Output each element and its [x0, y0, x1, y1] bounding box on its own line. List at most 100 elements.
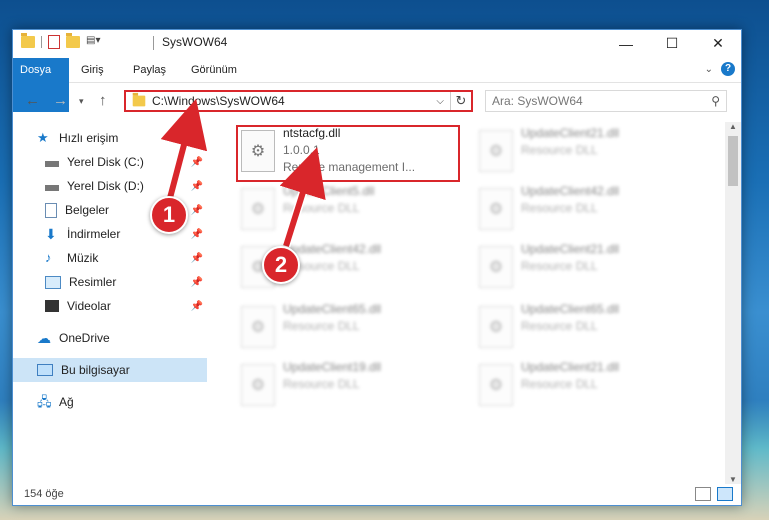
cloud-icon: ☁ — [37, 330, 51, 346]
annotation-callout-1: 1 — [150, 196, 188, 234]
nav-network-label: Ağ — [59, 395, 74, 409]
dll-file-icon: ⚙ — [479, 364, 513, 406]
expand-ribbon-icon[interactable]: ⌄ — [705, 64, 713, 75]
view-buttons — [695, 487, 733, 501]
caption-buttons: — ☐ ✕ — [603, 30, 741, 57]
navigation-pane: ★ Hızlı erişim Yerel Disk (C:) 📌 Yerel D… — [13, 122, 207, 477]
file-name: UpdateClient21.dll — [521, 242, 620, 256]
nav-item-muzik[interactable]: ♪ Müzik 📌 — [45, 246, 207, 270]
maximize-button[interactable]: ☐ — [649, 30, 695, 57]
scroll-up-icon[interactable]: ▲ — [725, 122, 741, 131]
scrollbar-thumb[interactable] — [728, 136, 738, 186]
dll-file-icon: ⚙ — [241, 364, 275, 406]
nav-item-videolar[interactable]: Videolar 📌 — [45, 294, 207, 318]
forward-arrow-icon[interactable]: → — [53, 92, 68, 109]
pictures-icon — [45, 275, 61, 289]
dll-file-icon: ⚙ — [479, 306, 513, 348]
network-icon: 🖧 — [37, 394, 52, 409]
file-name: UpdateClient21.dll — [521, 126, 620, 140]
search-placeholder: Ara: SysWOW64 — [492, 94, 583, 108]
up-arrow-icon[interactable]: ↑ — [99, 92, 107, 109]
pin-icon[interactable]: 📌 — [191, 253, 203, 264]
file-item[interactable]: ⚙ UpdateClient5.dll Resource DLL — [237, 184, 463, 238]
file-description: Resource DLL — [521, 201, 598, 215]
tab-gorunum[interactable]: Görünüm — [183, 58, 245, 82]
address-path: C:\Windows\SysWOW64 — [152, 94, 285, 108]
nav-item-label: Belgeler — [65, 203, 110, 217]
search-input[interactable]: Ara: SysWOW64 ⚲ — [485, 90, 727, 112]
file-name: UpdateClient65.dll — [283, 302, 382, 316]
large-icons-view-icon[interactable] — [717, 487, 733, 501]
customize-toolbar-icon[interactable]: ▤▾ — [86, 35, 102, 49]
file-item[interactable]: ⚙ UpdateClient21.dll Resource DLL — [475, 126, 701, 180]
drive-icon — [45, 161, 59, 167]
nav-item-resimler[interactable]: Resimler 📌 — [45, 270, 207, 294]
pin-icon[interactable]: 📌 — [191, 181, 203, 192]
dll-file-icon: ⚙ — [241, 306, 275, 348]
title-bar: ▤▾ SysWOW64 — ☐ ✕ — [13, 30, 741, 57]
help-icon[interactable]: ? — [721, 62, 735, 76]
pin-icon[interactable]: 📌 — [191, 157, 203, 168]
video-icon — [45, 300, 59, 312]
new-folder-icon[interactable] — [66, 33, 80, 48]
star-icon: ★ — [37, 130, 49, 145]
minimize-button[interactable]: — — [603, 30, 649, 57]
file-item[interactable]: ⚙ UpdateClient42.dll Resource DLL — [475, 184, 701, 238]
back-arrow-icon[interactable]: ← — [25, 92, 40, 109]
recent-locations-icon[interactable]: ▾ — [79, 96, 84, 107]
nav-onedrive[interactable]: ☁ OneDrive — [37, 326, 207, 350]
file-description: Resource DLL — [521, 377, 598, 391]
file-item[interactable]: ⚙ UpdateClient19.dll Resource DLL — [237, 360, 463, 414]
file-item[interactable]: ⚙ UpdateClient65.dll Resource DLL — [475, 302, 701, 356]
file-explorer-window: ▤▾ SysWOW64 — ☐ ✕ Dosya Giriş Paylaş Gör… — [12, 29, 742, 506]
file-name: UpdateClient42.dll — [283, 242, 382, 256]
file-description: Resource DLL — [521, 143, 598, 157]
tab-paylas[interactable]: Paylaş — [125, 58, 174, 82]
tab-giris[interactable]: Giriş — [73, 58, 112, 82]
window-title-text: SysWOW64 — [162, 35, 228, 49]
nav-item-label: İndirmeler — [67, 227, 121, 241]
pin-icon[interactable]: 📌 — [191, 301, 203, 312]
nav-item-yerel-disk-c[interactable]: Yerel Disk (C:) 📌 — [45, 150, 207, 174]
nav-item-label: Videolar — [67, 299, 111, 313]
pin-icon[interactable]: 📌 — [191, 229, 203, 240]
dll-file-icon: ⚙ — [479, 246, 513, 288]
dll-file-icon: ⚙ — [479, 130, 513, 172]
pin-icon[interactable]: 📌 — [191, 277, 203, 288]
nav-quick-access-label: Hızlı erişim — [59, 131, 119, 145]
quick-access-toolbar: ▤▾ — [21, 33, 102, 49]
nav-this-pc-label: Bu bilgisayar — [61, 363, 130, 377]
window-title: SysWOW64 — [153, 35, 227, 50]
file-item[interactable]: ⚙ UpdateClient65.dll Resource DLL — [237, 302, 463, 356]
close-button[interactable]: ✕ — [695, 30, 741, 57]
status-bar: 154 öğe — [13, 483, 741, 505]
file-description: Resource DLL — [283, 319, 360, 333]
dll-file-icon: ⚙ — [479, 188, 513, 230]
file-description: Resource DLL — [283, 377, 360, 391]
nav-this-pc[interactable]: Bu bilgisayar — [13, 358, 207, 382]
nav-onedrive-label: OneDrive — [59, 331, 110, 345]
file-name: UpdateClient5.dll — [283, 184, 375, 198]
file-name: UpdateClient42.dll — [521, 184, 620, 198]
details-view-icon[interactable] — [695, 487, 711, 501]
address-bar[interactable]: C:\Windows\SysWOW64 ⌵ ↻ — [124, 90, 473, 112]
refresh-icon[interactable]: ↻ — [450, 92, 471, 110]
file-description: Resource DLL — [283, 201, 360, 215]
chevron-down-icon[interactable]: ⌵ — [436, 96, 444, 107]
nav-network[interactable]: 🖧 Ağ — [37, 390, 207, 414]
vertical-scrollbar[interactable]: ▲ ▼ — [725, 122, 741, 484]
music-icon: ♪ — [45, 250, 52, 265]
file-item[interactable]: ⚙ UpdateClient21.dll Resource DLL — [475, 242, 701, 296]
file-name: UpdateClient21.dll — [521, 360, 620, 374]
file-description: Resource DLL — [521, 319, 598, 333]
nav-item-yerel-disk-d[interactable]: Yerel Disk (D:) 📌 — [45, 174, 207, 198]
selected-file-highlight — [236, 125, 460, 182]
properties-icon[interactable] — [48, 35, 60, 49]
file-item[interactable]: ⚙ UpdateClient21.dll Resource DLL — [475, 360, 701, 414]
nav-quick-access[interactable]: ★ Hızlı erişim — [37, 126, 207, 150]
address-row: ← → ▾ ↑ C:\Windows\SysWOW64 ⌵ ↻ Ara: Sys… — [13, 86, 741, 116]
nav-item-label: Resimler — [69, 275, 117, 289]
pin-icon[interactable]: 📌 — [191, 205, 203, 216]
ribbon-tabs: Dosya Giriş Paylaş Görünüm ⌄ ? — [13, 58, 741, 112]
item-count: 154 öğe — [24, 488, 64, 500]
